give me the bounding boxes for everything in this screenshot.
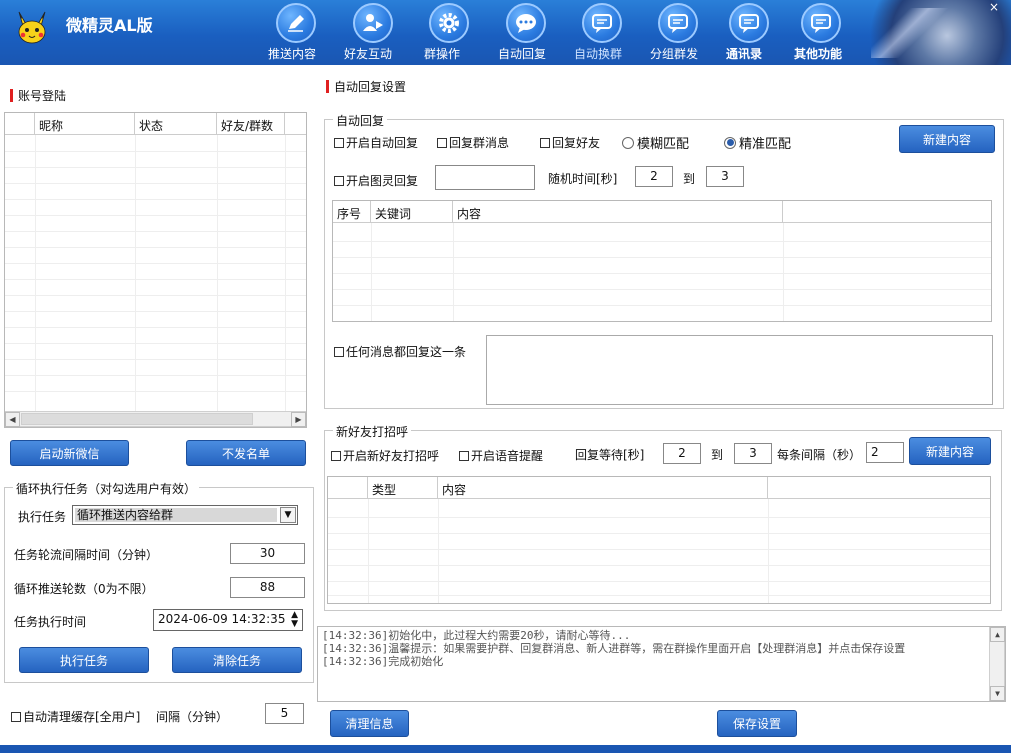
nav-friend-interact[interactable]: 好友互动 xyxy=(344,0,402,65)
nav-push-content[interactable]: 推送内容 xyxy=(268,0,324,65)
reply-wait-label: 回复等待[秒] xyxy=(575,448,645,462)
pikachu-logo-icon xyxy=(18,11,46,44)
nav-auto-reply[interactable]: 自动回复 xyxy=(498,0,554,65)
task-label: 执行任务 xyxy=(18,510,67,524)
app-window: 微精灵AL版 × 推送内容 好友互动 群操作 自动回复 自动换群 分组群发 通讯… xyxy=(0,0,1011,753)
new-friend-greet-legend: 新好友打招呼 xyxy=(333,423,412,440)
greet-table-header: 类型 内容 xyxy=(328,477,990,499)
nav-auto-switch-group[interactable]: 自动换群 xyxy=(574,0,630,65)
to-label: 到 xyxy=(711,448,724,462)
user-play-icon xyxy=(353,3,393,43)
reply-friend-checkbox[interactable]: 回复好友 xyxy=(540,134,600,151)
nav-other-features[interactable]: 其他功能 xyxy=(794,0,848,65)
log-line: [14:32:36]温馨提示：如果需要护群、回复群消息、新人进群等，需在群操作里… xyxy=(322,642,906,655)
scroll-up-icon[interactable]: ▲ xyxy=(990,627,1005,642)
reply-any-msg-textarea[interactable] xyxy=(486,335,993,405)
scroll-down-icon[interactable]: ▼ xyxy=(990,686,1005,701)
auto-clear-cache-checkbox[interactable]: 自动清理缓存[全用户] xyxy=(11,708,140,725)
each-interval-input[interactable]: 2 xyxy=(866,442,904,463)
header-bar: 微精灵AL版 × 推送内容 好友互动 群操作 自动回复 自动换群 分组群发 通讯… xyxy=(0,0,1011,65)
account-section-title: 账号登陆 xyxy=(10,87,66,104)
each-interval-label: 每条间隔（秒） xyxy=(777,448,862,462)
gear-icon xyxy=(429,3,469,43)
exact-match-radio[interactable]: 精准匹配 xyxy=(724,133,791,152)
no-send-list-button[interactable]: 不发名单 xyxy=(186,440,306,466)
account-table[interactable]: 昵称 状态 好友/群数 ◀ ▶ xyxy=(4,112,307,428)
save-settings-button[interactable]: 保存设置 xyxy=(717,710,797,737)
nav-group-ops[interactable]: 群操作 xyxy=(424,0,474,65)
log-line: [14:32:36]完成初始化 xyxy=(322,655,444,668)
wait-to-input[interactable]: 3 xyxy=(734,443,772,464)
rounds-label: 循环推送轮数（0为不限） xyxy=(14,582,154,596)
reply-group-msg-checkbox[interactable]: 回复群消息 xyxy=(437,134,509,151)
random-from-input[interactable]: 2 xyxy=(635,166,673,187)
header-decoration-shine xyxy=(871,8,951,58)
message-icon xyxy=(582,3,622,43)
random-to-input[interactable]: 3 xyxy=(706,166,744,187)
exec-task-button[interactable]: 执行任务 xyxy=(19,647,149,673)
pen-icon xyxy=(276,3,316,43)
close-icon[interactable]: × xyxy=(989,0,999,14)
auto-reply-legend: 自动回复 xyxy=(333,112,388,129)
enable-greet-checkbox[interactable]: 开启新好友打招呼 xyxy=(331,447,439,464)
message-icon xyxy=(658,3,698,43)
exec-time-picker[interactable]: 2024-06-09 14:32:35 ▲ ▼ xyxy=(153,609,303,631)
chevron-down-icon[interactable]: ▼ xyxy=(280,507,296,523)
auto-reply-settings-title: 自动回复设置 xyxy=(326,78,406,95)
accent-bar xyxy=(10,89,13,102)
col-status[interactable]: 状态 xyxy=(135,113,217,135)
wait-from-input[interactable]: 2 xyxy=(663,443,701,464)
app-title: 微精灵AL版 xyxy=(66,16,153,35)
col-nickname[interactable]: 昵称 xyxy=(35,113,135,135)
col-content[interactable]: 内容 xyxy=(453,201,783,223)
bottom-edge-bar xyxy=(0,745,1011,753)
col-keyword[interactable]: 关键词 xyxy=(371,201,453,223)
clear-task-button[interactable]: 清除任务 xyxy=(172,647,302,673)
accent-bar xyxy=(326,80,329,93)
log-line: [14:32:36]初始化中，此过程大约需要20秒，请耐心等待... xyxy=(322,629,631,642)
col-friends-groups[interactable]: 好友/群数 xyxy=(217,113,285,135)
auto-clear-interval-label: 间隔（分钟） xyxy=(156,710,229,724)
scroll-left-icon[interactable]: ◀ xyxy=(5,412,20,427)
loop-task-legend: 循环执行任务（对勾选用户有效） xyxy=(13,480,200,497)
auto-clear-interval-input[interactable]: 5 xyxy=(265,703,304,724)
start-wechat-button[interactable]: 启动新微信 xyxy=(10,440,129,466)
scroll-right-icon[interactable]: ▶ xyxy=(291,412,306,427)
col-extra[interactable] xyxy=(783,201,991,223)
message-icon xyxy=(729,3,769,43)
message-icon xyxy=(801,3,841,43)
nav-group-broadcast[interactable]: 分组群发 xyxy=(650,0,706,65)
fuzzy-match-radio[interactable]: 模糊匹配 xyxy=(622,133,689,152)
keyword-table-header: 序号 关键词 内容 xyxy=(333,201,991,223)
to-label: 到 xyxy=(683,172,696,186)
tuling-key-input[interactable] xyxy=(435,165,535,190)
keyword-reply-table[interactable]: 序号 关键词 内容 xyxy=(332,200,992,322)
col-content[interactable]: 内容 xyxy=(438,477,768,499)
interval-label: 任务轮流间隔时间（分钟） xyxy=(14,548,159,562)
rounds-input[interactable]: 88 xyxy=(230,577,305,598)
enable-auto-reply-checkbox[interactable]: 开启自动回复 xyxy=(334,134,418,151)
enable-tuling-checkbox[interactable]: 开启图灵回复 xyxy=(334,172,418,189)
chat-bubble-icon xyxy=(506,3,546,43)
random-time-label: 随机时间[秒] xyxy=(548,172,618,186)
voice-reminder-checkbox[interactable]: 开启语音提醒 xyxy=(459,447,543,464)
col-extra[interactable] xyxy=(768,477,990,499)
greet-content-table[interactable]: 类型 内容 xyxy=(327,476,991,604)
nav-contacts[interactable]: 通讯录 xyxy=(726,0,772,65)
reply-any-msg-checkbox[interactable]: 任何消息都回复这一条 xyxy=(334,343,466,360)
exec-time-label: 任务执行时间 xyxy=(14,615,87,629)
col-index[interactable]: 序号 xyxy=(333,201,371,223)
task-select-value: 循环推送内容给群 xyxy=(75,508,277,522)
interval-input[interactable]: 30 xyxy=(230,543,305,564)
account-table-header: 昵称 状态 好友/群数 xyxy=(5,113,306,135)
greet-new-content-button[interactable]: 新建内容 xyxy=(909,437,991,465)
col-type[interactable]: 类型 xyxy=(368,477,438,499)
new-content-button[interactable]: 新建内容 xyxy=(899,125,995,153)
clear-log-button[interactable]: 清理信息 xyxy=(330,710,409,737)
task-select[interactable]: 循环推送内容给群 ▼ xyxy=(72,505,298,525)
scroll-thumb[interactable] xyxy=(21,413,253,425)
log-output[interactable]: [14:32:36]初始化中，此过程大约需要20秒，请耐心等待... [14:3… xyxy=(317,626,1006,702)
spinner-icon[interactable]: ▲ ▼ xyxy=(291,611,298,629)
